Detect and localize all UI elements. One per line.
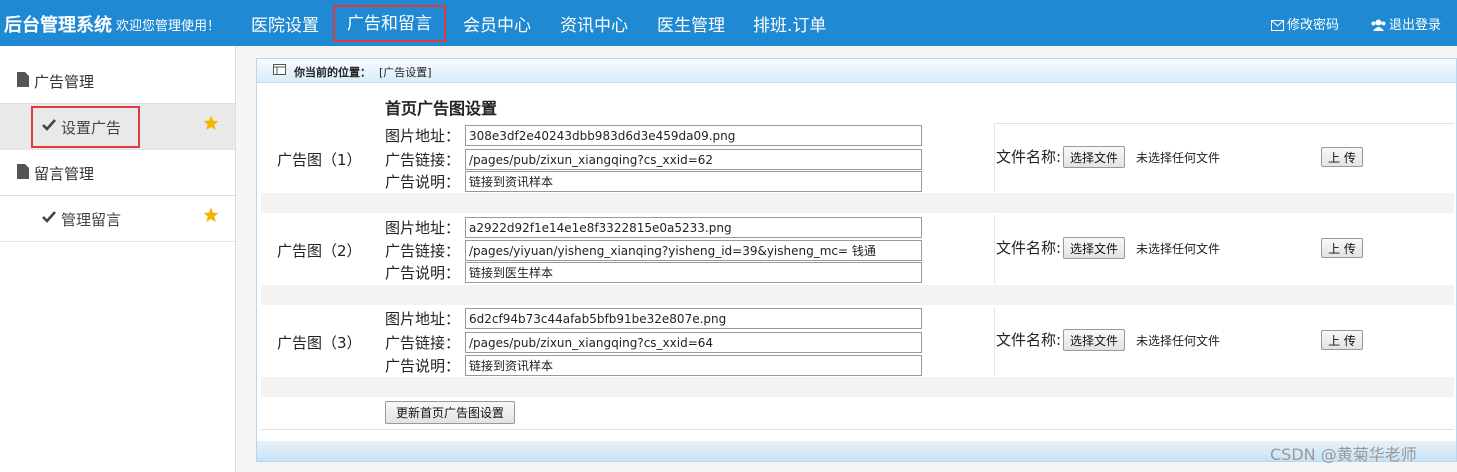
breadcrumb: 你当前的位置： [广告设置]	[257, 59, 1456, 83]
ad-desc-label: 广告说明：	[385, 264, 461, 282]
img-url-input[interactable]	[465, 308, 922, 329]
file-name-label: 文件名称:	[996, 331, 1062, 349]
nav-member-center[interactable]: 会员中心	[463, 9, 531, 38]
img-url-label: 图片地址：	[385, 127, 461, 145]
no-file-text: 未选择任何文件	[1136, 242, 1221, 256]
sidebar-item-label: 管理留言	[61, 211, 122, 229]
nav-ads-messages[interactable]: 广告和留言	[333, 5, 446, 42]
no-file-text: 未选择任何文件	[1136, 334, 1221, 348]
top-header: 后台管理系统 欢迎您管理使用！ 医院设置 广告和留言 会员中心 资讯中心 医生管…	[0, 0, 1457, 46]
update-settings-button[interactable]: 更新首页广告图设置	[385, 401, 516, 424]
divider	[994, 123, 1454, 124]
ad-link-input[interactable]	[465, 149, 922, 170]
check-icon	[42, 119, 56, 131]
sidebar-group-ads[interactable]: 广告管理	[0, 58, 235, 104]
file-icon	[17, 72, 29, 87]
sidebar-group-label: 留言管理	[34, 165, 95, 183]
ad-link-input[interactable]	[465, 240, 922, 261]
img-url-label: 图片地址：	[385, 310, 461, 328]
check-icon	[42, 211, 56, 223]
nav-doctor-management[interactable]: 医生管理	[657, 9, 725, 38]
brand-title: 后台管理系统	[4, 15, 112, 36]
sidebar-group-messages[interactable]: 留言管理	[0, 150, 235, 196]
upload-button[interactable]: 上 传	[1321, 330, 1363, 350]
ad-desc-input[interactable]	[465, 262, 922, 283]
welcome-text: 欢迎您管理使用！	[116, 19, 221, 34]
ad-desc-label: 广告说明：	[385, 357, 461, 375]
img-url-input[interactable]	[465, 217, 922, 238]
ad-label: 广告图（3）	[277, 334, 362, 352]
logout-link[interactable]: 退出登录	[1371, 14, 1441, 33]
sidebar-group-label: 广告管理	[34, 73, 95, 91]
ad-link-label: 广告链接：	[385, 242, 461, 260]
file-name-label: 文件名称:	[996, 148, 1062, 166]
upload-button[interactable]: 上 传	[1321, 147, 1363, 167]
star-icon	[203, 207, 219, 222]
main-content: 你当前的位置： [广告设置] 首页广告图设置 广告图（1） 图片地址： 广告链接…	[236, 46, 1457, 472]
divider	[994, 307, 995, 375]
change-password-link[interactable]: 修改密码	[1271, 14, 1339, 33]
star-icon	[203, 115, 219, 130]
choose-file-button[interactable]: 选择文件	[1063, 237, 1126, 259]
row-separator	[261, 193, 1454, 213]
img-url-input[interactable]	[465, 125, 922, 146]
nav-hospital-settings[interactable]: 医院设置	[251, 9, 319, 38]
nav-news-center[interactable]: 资讯中心	[560, 9, 628, 38]
ad-desc-input[interactable]	[465, 355, 922, 376]
form-title: 首页广告图设置	[385, 99, 498, 118]
img-url-label: 图片地址：	[385, 219, 461, 237]
nav-schedule-orders[interactable]: 排班.订单	[753, 9, 826, 38]
ad-desc-label: 广告说明：	[385, 173, 461, 191]
row-separator	[261, 285, 1454, 305]
choose-file-button[interactable]: 选择文件	[1063, 146, 1126, 168]
sidebar: 广告管理 设置广告 留言管理 管理留言	[0, 46, 236, 472]
ad-link-input[interactable]	[465, 332, 922, 353]
sidebar-item-set-ads[interactable]: 设置广告	[0, 104, 235, 150]
sidebar-item-manage-messages[interactable]: 管理留言	[0, 196, 235, 242]
users-icon	[1371, 19, 1386, 31]
upload-button[interactable]: 上 传	[1321, 238, 1363, 258]
divider	[994, 215, 995, 283]
ad-link-label: 广告链接：	[385, 151, 461, 169]
divider	[261, 429, 1454, 430]
logout-label: 退出登录	[1389, 18, 1442, 33]
settings-panel: 你当前的位置： [广告设置] 首页广告图设置 广告图（1） 图片地址： 广告链接…	[256, 58, 1457, 462]
ad-link-label: 广告链接：	[385, 334, 461, 352]
envelope-icon	[1271, 20, 1284, 31]
choose-file-button[interactable]: 选择文件	[1063, 329, 1126, 351]
sidebar-item-label: 设置广告	[61, 119, 122, 137]
watermark: CSDN @黄菊华老师	[1270, 445, 1417, 464]
breadcrumb-value: [广告设置]	[379, 66, 432, 79]
breadcrumb-label: 你当前的位置：	[294, 66, 371, 79]
change-password-label: 修改密码	[1287, 18, 1340, 33]
ad-desc-input[interactable]	[465, 171, 922, 192]
row-separator	[261, 377, 1454, 397]
file-name-label: 文件名称:	[996, 239, 1062, 257]
ad-label: 广告图（1）	[277, 151, 362, 169]
divider	[994, 123, 995, 191]
ad-label: 广告图（2）	[277, 242, 362, 260]
window-icon	[273, 64, 286, 75]
no-file-text: 未选择任何文件	[1136, 151, 1221, 165]
file-icon	[17, 164, 29, 179]
